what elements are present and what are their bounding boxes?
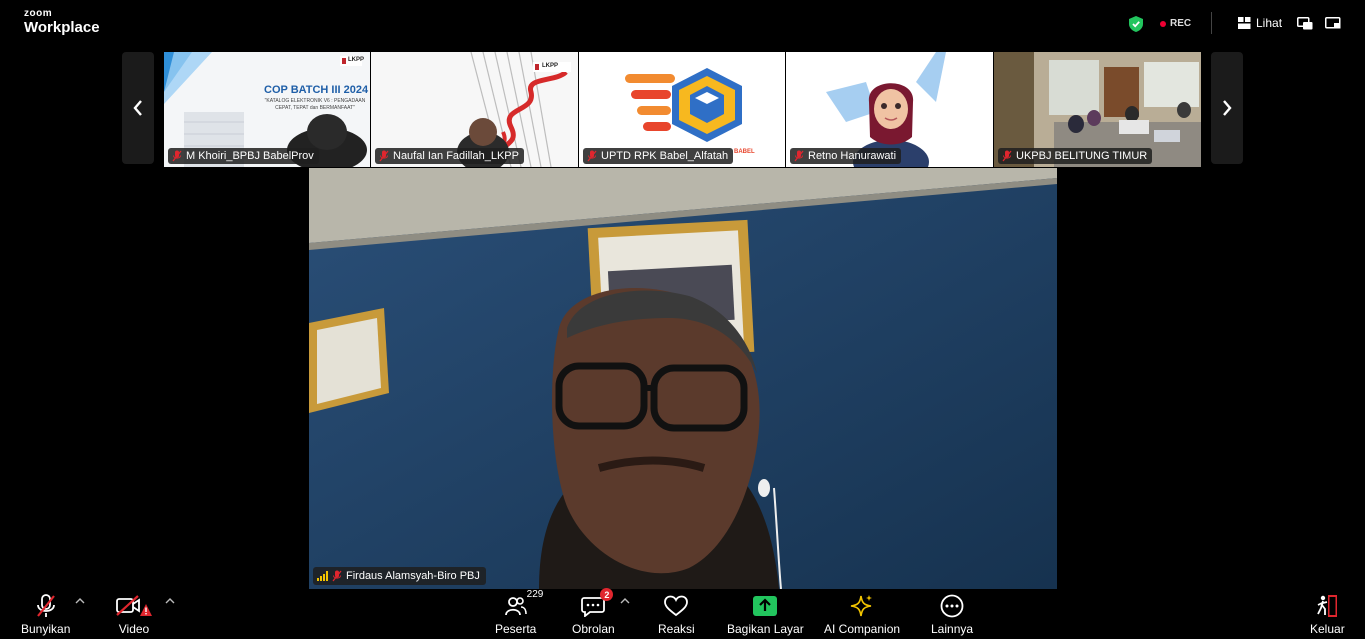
share-screen-icon <box>753 596 778 616</box>
zoom-meeting-window: zoom Workplace REC Lihat COP BATCH III 2… <box>0 0 1365 639</box>
zoom-logo: zoom Workplace <box>24 8 100 36</box>
participant-tile[interactable]: LKPP Naufal Ian Fadillah_LKPP <box>371 52 578 167</box>
start-video-button[interactable]: Video <box>116 593 152 636</box>
top-bar: zoom Workplace REC Lihat <box>0 0 1365 48</box>
picture-in-picture-icon[interactable] <box>1297 17 1313 30</box>
reactions-label: Reaksi <box>658 622 695 636</box>
active-speaker-name: Firdaus Alamsyah-Biro PBJ <box>346 570 480 582</box>
leave-meeting-button[interactable]: Keluar <box>1310 593 1345 636</box>
participant-name: M Khoiri_BPBJ BabelProv <box>186 150 314 162</box>
fullscreen-icon[interactable] <box>1325 17 1341 30</box>
lkpp-logo: LKPP <box>542 63 559 69</box>
participant-name: UKPBJ BELITUNG TIMUR <box>1016 150 1148 162</box>
participant-name-label: UPTD RPK Babel_Alfatah <box>583 148 734 164</box>
participant-name-label: M Khoiri_BPBJ BabelProv <box>168 148 319 164</box>
participants-label: Peserta <box>495 622 537 636</box>
view-grid-icon <box>1238 17 1251 29</box>
participant-name-label: UKPBJ BELITUNG TIMUR <box>998 148 1153 164</box>
video-options-chevron-icon[interactable] <box>165 597 175 605</box>
network-signal-icon <box>317 571 328 581</box>
mic-muted-icon <box>172 150 182 162</box>
participant-tile[interactable]: Retno Hanurawati <box>786 52 993 167</box>
participants-button[interactable]: 229 Peserta <box>495 589 543 636</box>
speaker-video-frame <box>309 168 1057 589</box>
chat-options-chevron-icon[interactable] <box>620 597 630 605</box>
more-label: Lainnya <box>931 622 974 636</box>
lkpp-logo: LKPP <box>348 57 365 63</box>
share-screen-label: Bagikan Layar <box>727 622 804 636</box>
mic-muted-icon <box>332 570 342 582</box>
video-off-icon <box>116 595 152 616</box>
chat-label: Obrolan <box>572 622 615 636</box>
participants-count: 229 <box>526 589 544 600</box>
sparkle-icon <box>850 595 873 617</box>
ai-companion-button[interactable]: AI Companion <box>824 593 900 636</box>
more-options-icon <box>940 594 964 618</box>
unmute-button[interactable]: Bunyikan <box>21 593 70 636</box>
topbar-divider <box>1211 12 1212 34</box>
recording-indicator[interactable]: REC <box>1160 18 1191 29</box>
leave-door-icon <box>1317 595 1338 617</box>
mic-muted-icon <box>794 150 804 162</box>
view-label: Lihat <box>1256 16 1283 30</box>
previous-page-button[interactable] <box>122 52 154 164</box>
participant-name: UPTD RPK Babel_Alfatah <box>601 150 729 162</box>
participant-name-label: Retno Hanurawati <box>790 148 902 164</box>
share-screen-button[interactable]: Bagikan Layar <box>727 593 804 636</box>
leave-label: Keluar <box>1310 622 1345 636</box>
view-button[interactable]: Lihat <box>1238 16 1282 30</box>
more-button[interactable]: Lainnya <box>931 593 973 636</box>
video-label: Video <box>118 622 150 636</box>
participant-tile[interactable]: BABEL UPTD RPK Babel_Alfatah <box>579 52 785 167</box>
reactions-button[interactable]: Reaksi <box>658 593 695 636</box>
active-speaker-video[interactable]: Firdaus Alamsyah-Biro PBJ <box>309 168 1057 589</box>
ai-companion-label: AI Companion <box>824 622 901 636</box>
active-speaker-name-label: Firdaus Alamsyah-Biro PBJ <box>313 567 486 585</box>
chevron-right-icon <box>1223 100 1232 116</box>
logo-zoom-text: zoom <box>24 8 53 19</box>
chat-unread-badge: 2 <box>600 588 614 601</box>
participant-name: Retno Hanurawati <box>808 150 897 162</box>
mic-muted-icon <box>379 150 389 162</box>
mic-muted-icon <box>1002 150 1012 162</box>
rpk-logo-tag: BABEL <box>734 149 755 155</box>
heart-icon <box>664 595 689 617</box>
participant-tile[interactable]: COP BATCH III 2024 "KATALOG ELEKTRONIK V… <box>164 52 370 167</box>
slide-subtitle: "KATALOG ELEKTRONIK V6 : PENGADAAN CEPAT… <box>264 98 366 111</box>
encryption-shield-icon[interactable] <box>1129 16 1143 32</box>
chat-button[interactable]: 2 Obrolan <box>572 588 615 636</box>
audio-options-chevron-icon[interactable] <box>75 597 85 605</box>
recording-label: REC <box>1170 18 1192 29</box>
recording-dot-icon <box>1160 20 1166 27</box>
meeting-controls-toolbar: Bunyikan Video 229 Peserta 2 Obrolan Rea… <box>0 588 1365 639</box>
chevron-left-icon <box>133 100 142 116</box>
microphone-muted-icon <box>36 594 55 617</box>
participants-icon <box>504 597 527 616</box>
unmute-label: Bunyikan <box>21 622 71 636</box>
participant-name: Naufal Ian Fadillah_LKPP <box>393 150 519 162</box>
participant-tile[interactable]: UKPBJ BELITUNG TIMUR <box>994 52 1201 167</box>
participant-name-label: Naufal Ian Fadillah_LKPP <box>375 148 524 164</box>
logo-workplace-text: Workplace <box>24 19 100 36</box>
slide-title: COP BATCH III 2024 <box>264 84 369 96</box>
mic-muted-icon <box>587 150 597 162</box>
next-page-button[interactable] <box>1211 52 1243 164</box>
